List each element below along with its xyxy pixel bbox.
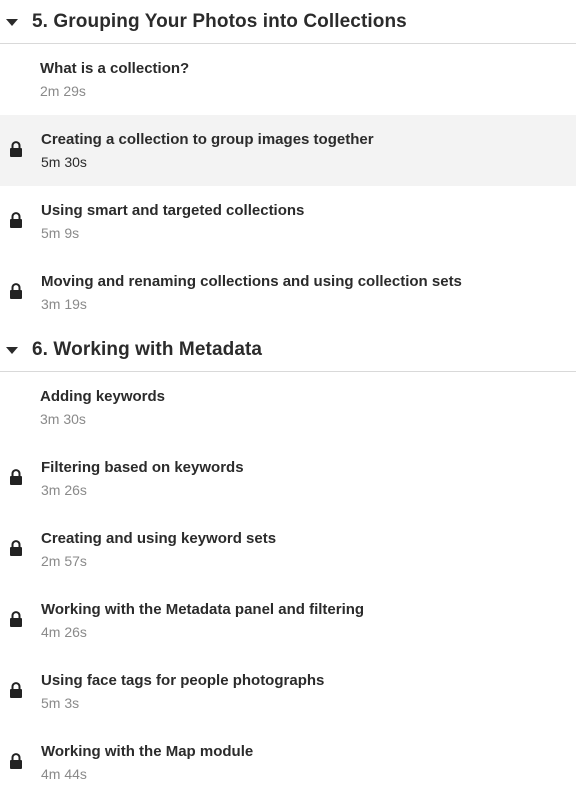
chapter-section: 5. Grouping Your Photos into Collections… xyxy=(0,0,576,328)
video-duration: 2m 29s xyxy=(40,83,86,99)
video-duration: 5m 3s xyxy=(41,695,80,711)
video-duration: 2m 57s xyxy=(41,553,87,569)
video-title[interactable]: Using smart and targeted collections xyxy=(41,202,304,219)
video-item[interactable]: Working with the Metadata panel and filt… xyxy=(0,585,576,656)
chapter-title: 5. Grouping Your Photos into Collections xyxy=(32,10,407,32)
video-title[interactable]: Creating and using keyword sets xyxy=(41,530,276,547)
video-title[interactable]: Working with the Metadata panel and filt… xyxy=(41,601,364,618)
video-item[interactable]: Adding keywords 3m 30s xyxy=(0,372,576,443)
video-title[interactable]: Moving and renaming collections and usin… xyxy=(41,273,462,290)
lock-icon xyxy=(9,753,23,769)
video-list: Adding keywords 3m 30s Filtering based o… xyxy=(0,372,576,798)
video-title[interactable]: Filtering based on keywords xyxy=(41,459,244,476)
video-title[interactable]: Using face tags for people photographs xyxy=(41,672,324,689)
caret-down-icon[interactable] xyxy=(6,347,18,354)
video-item[interactable]: Working with the Map module 4m 44s xyxy=(0,727,576,798)
video-title[interactable]: Working with the Map module xyxy=(41,743,253,760)
lock-icon xyxy=(9,540,23,556)
lock-icon xyxy=(9,611,23,627)
chapter-header[interactable]: 6. Working with Metadata xyxy=(0,328,576,372)
video-title[interactable]: Creating a collection to group images to… xyxy=(41,131,374,148)
video-list: What is a collection? 2m 29s Creating a … xyxy=(0,44,576,328)
video-duration: 5m 9s xyxy=(41,225,80,241)
video-item[interactable]: Creating a collection to group images to… xyxy=(0,115,576,186)
lock-icon xyxy=(9,212,23,228)
video-title[interactable]: Adding keywords xyxy=(40,388,165,405)
video-item[interactable]: Creating and using keyword sets 2m 57s xyxy=(0,514,576,585)
video-duration: 3m 26s xyxy=(41,482,87,498)
video-duration: 5m 30s xyxy=(41,154,87,170)
lock-icon xyxy=(9,141,23,157)
video-item[interactable]: Moving and renaming collections and usin… xyxy=(0,257,576,328)
lock-icon xyxy=(9,283,23,299)
lock-icon xyxy=(9,682,23,698)
chapter-section: 6. Working with Metadata Adding keywords… xyxy=(0,328,576,798)
chapter-title: 6. Working with Metadata xyxy=(32,338,263,360)
video-item[interactable]: Filtering based on keywords 3m 26s xyxy=(0,443,576,514)
video-duration: 3m 19s xyxy=(41,296,87,312)
video-item[interactable]: What is a collection? 2m 29s xyxy=(0,44,576,115)
video-duration: 4m 26s xyxy=(41,624,87,640)
video-item[interactable]: Using smart and targeted collections 5m … xyxy=(0,186,576,257)
video-duration: 3m 30s xyxy=(40,411,86,427)
caret-down-icon[interactable] xyxy=(6,19,18,26)
lock-icon xyxy=(9,469,23,485)
chapter-header[interactable]: 5. Grouping Your Photos into Collections xyxy=(0,0,576,44)
video-title[interactable]: What is a collection? xyxy=(40,60,189,77)
video-duration: 4m 44s xyxy=(41,766,87,782)
video-item[interactable]: Using face tags for people photographs 5… xyxy=(0,656,576,727)
